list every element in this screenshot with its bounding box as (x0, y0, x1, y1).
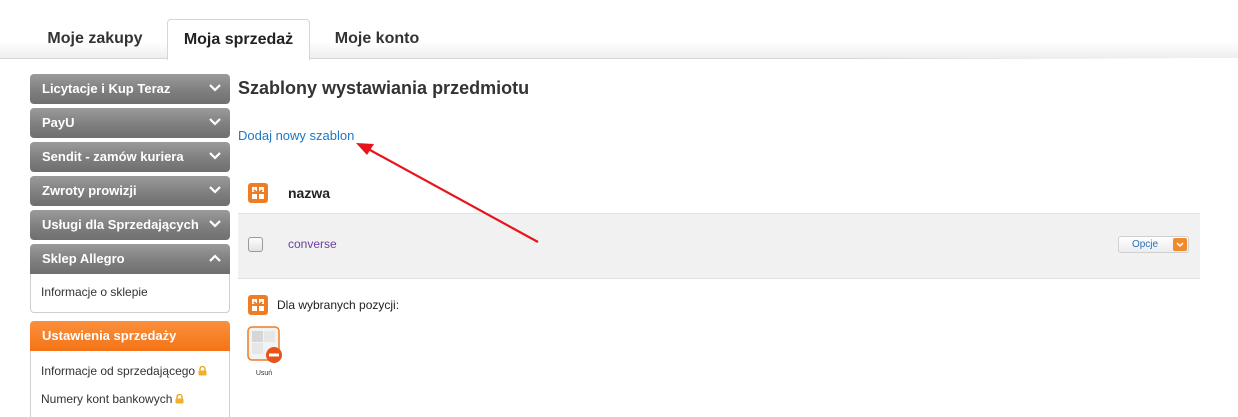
chevron-down-icon (208, 176, 222, 206)
add-template-link[interactable]: Dodaj nowy szablon (238, 128, 354, 143)
sidebar-panel-sklep: Informacje o sklepie (30, 274, 230, 313)
sidebar-link-numery-kont[interactable]: Numery kont bankowych (41, 391, 219, 407)
sidebar-item-ustawienia-sprzedazy[interactable]: Ustawienia sprzedaży (30, 321, 230, 351)
tab-moje-konto[interactable]: Moje konto (318, 19, 436, 59)
sidebar-link-informacje-o-sklepie[interactable]: Informacje o sklepie (41, 284, 219, 300)
chevron-down-icon (1173, 238, 1187, 251)
tab-moja-sprzedaz[interactable]: Moja sprzedaż (167, 19, 310, 60)
sidebar-item-label: Licytacje i Kup Teraz (42, 81, 171, 96)
sidebar-item-sendit[interactable]: Sendit - zamów kuriera (30, 142, 230, 172)
tab-moje-zakupy[interactable]: Moje zakupy (30, 19, 160, 59)
options-label: Opcje (1131, 239, 1159, 250)
sidebar-panel-ustawienia: Informacje od sprzedającego Numery kont … (30, 351, 230, 417)
select-all-icon[interactable] (248, 295, 268, 315)
lock-icon (198, 364, 207, 376)
sidebar: Licytacje i Kup Teraz PayU Sendit - zamó… (30, 74, 230, 417)
chevron-down-icon (208, 108, 222, 138)
delete-button[interactable]: Usuń (247, 326, 283, 378)
options-dropdown[interactable]: Opcje (1118, 236, 1189, 253)
sidebar-item-payu[interactable]: PayU (30, 108, 230, 138)
bulk-actions-label: Dla wybranych pozycji: (277, 298, 400, 312)
row-checkbox[interactable] (248, 237, 263, 252)
template-name-link[interactable]: converse (288, 237, 337, 251)
table-row: converse Opcje (238, 213, 1200, 279)
sidebar-link-informacje-od-sprzedajacego[interactable]: Informacje od sprzedającego (41, 363, 219, 379)
chevron-up-icon (208, 244, 222, 274)
page: Moje zakupy Moja sprzedaż Moje konto Lic… (0, 0, 1238, 417)
sidebar-item-label: Sendit - zamów kuriera (42, 149, 184, 164)
lock-icon (175, 392, 184, 404)
sidebar-item-label: PayU (42, 115, 75, 130)
column-header-name: nazwa (288, 185, 331, 201)
chevron-down-icon (208, 142, 222, 172)
select-all-icon[interactable] (248, 183, 268, 203)
delete-icon (247, 326, 282, 363)
sidebar-item-zwroty[interactable]: Zwroty prowizji (30, 176, 230, 206)
sidebar-item-uslugi[interactable]: Usługi dla Sprzedających (30, 210, 230, 240)
chevron-down-icon (208, 210, 222, 240)
sidebar-item-sklep[interactable]: Sklep Allegro (30, 244, 230, 274)
sidebar-item-label: Zwroty prowizji (42, 183, 137, 198)
delete-label: Usuń (255, 370, 273, 377)
sidebar-item-label: Usługi dla Sprzedających (42, 217, 199, 232)
page-title: Szablony wystawiania przedmiotu (238, 78, 530, 98)
sidebar-item-label: Sklep Allegro (42, 251, 125, 266)
chevron-down-icon (208, 74, 222, 104)
sidebar-item-licytacje[interactable]: Licytacje i Kup Teraz (30, 74, 230, 104)
top-tabs: Moje zakupy Moja sprzedaż Moje konto (0, 0, 1238, 60)
